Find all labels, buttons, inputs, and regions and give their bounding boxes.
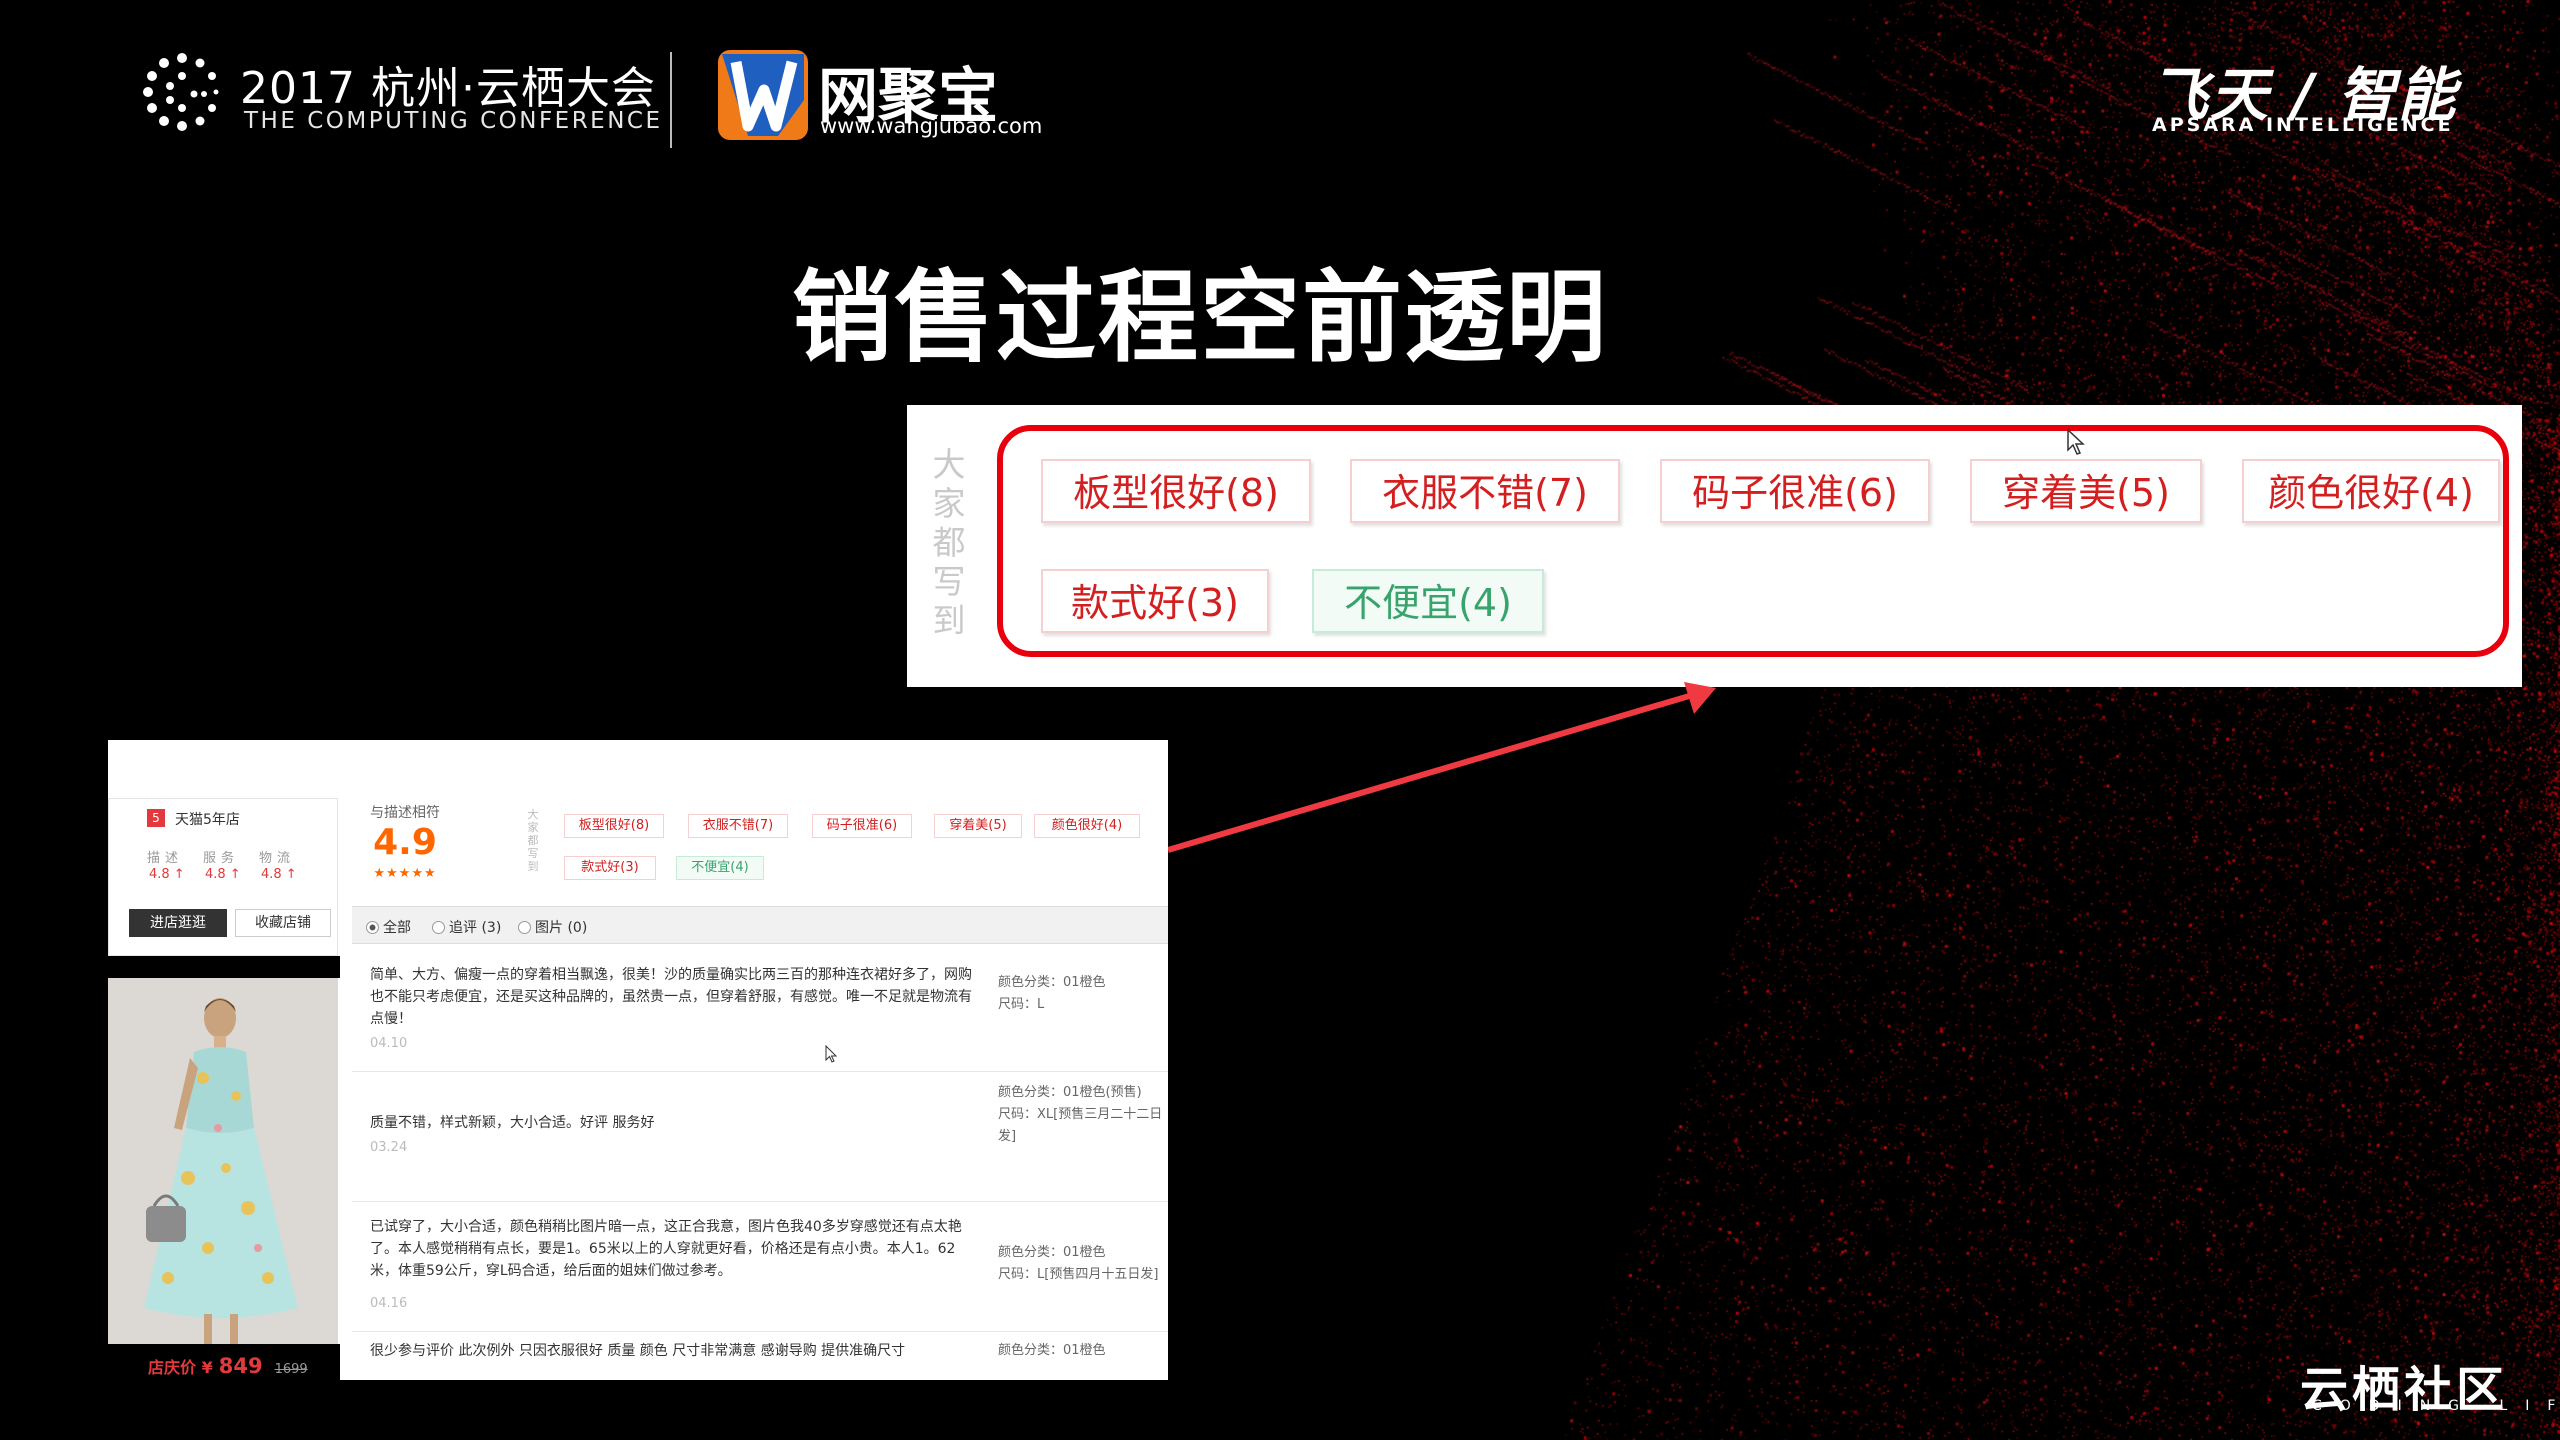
filter-all-label: 全部 xyxy=(383,920,411,936)
radio-icon xyxy=(366,921,379,934)
review-color: 颜色分类：01橙色 xyxy=(998,1245,1106,1260)
review-item: 已试穿了，大小合适，颜色稍稍比图片暗一点，这正合我意，图片色我40多岁穿感觉还有… xyxy=(352,1202,1168,1332)
rating-score: 4.9 xyxy=(373,822,437,863)
tag-panel-label: 大家都写到 xyxy=(932,445,966,640)
conference-title: 2017 杭州·云栖大会 xyxy=(240,63,656,114)
mouse-cursor-icon xyxy=(825,1045,838,1063)
review-meta: 颜色分类：01橙色 xyxy=(998,1340,1168,1362)
conference-subtitle: THE COMPUTING CONFERENCE xyxy=(244,108,663,134)
review-size: 尺码：L[预售四月十五日发] xyxy=(998,1267,1159,1282)
review-tag[interactable]: 衣服不错(7) xyxy=(688,814,788,838)
review-text: 很少参与评价 此次例外 只因衣服很好 质量 颜色 尺寸非常满意 感谢导购 提供准… xyxy=(370,1343,906,1359)
review-date: 04.16 xyxy=(370,1296,408,1311)
rating-stars-icon: ★★★★★ xyxy=(373,866,437,881)
zoom-tag[interactable]: 板型很好(8) xyxy=(1041,459,1311,523)
original-price: 1699 xyxy=(274,1362,308,1377)
zoom-tag-negative[interactable]: 不便宜(4) xyxy=(1312,569,1544,633)
filter-followup[interactable]: 追评 (3) xyxy=(432,917,501,937)
dsr-score: 4.8 ↑ xyxy=(205,867,241,882)
wangjubao-logo-icon xyxy=(718,50,808,140)
shop-screenshot: 5 天猫5年店 描述 服务 物流 4.8 ↑ 4.8 ↑ 4.8 ↑ 进店逛逛 … xyxy=(108,740,1168,1380)
apsara-brand-en: APSARA INTELLIGENCE xyxy=(2152,114,2454,136)
zoom-tag[interactable]: 衣服不错(7) xyxy=(1350,459,1620,523)
dsr-label: 服务 xyxy=(203,851,240,866)
review-color: 颜色分类：01橙色 xyxy=(998,1343,1106,1358)
review-color: 颜色分类：01橙色 xyxy=(998,975,1106,990)
review-tag[interactable]: 款式好(3) xyxy=(564,856,656,880)
filter-followup-label: 追评 (3) xyxy=(449,920,502,936)
mouse-cursor-icon xyxy=(2067,428,2085,455)
review-date: 03.24 xyxy=(370,1140,408,1155)
review-date: 04.10 xyxy=(370,1036,408,1051)
slide-title: 销售过程空前透明 xyxy=(792,259,1608,376)
review-item: 简单、大方、偏瘦一点的穿着相当飘逸，很美！沙的质量确实比两三百的那种连衣裙好多了… xyxy=(352,954,1168,1072)
review-tag-negative[interactable]: 不便宜(4) xyxy=(676,856,764,880)
radio-icon xyxy=(432,921,445,934)
zoom-arrow xyxy=(1167,682,1716,853)
review-text: 质量不错，样式新颖，大小合适。好评 服务好 xyxy=(370,1115,655,1131)
price-row: 店庆价 ¥ 849 1699 xyxy=(148,1354,308,1378)
wangjubao-url: www.wangjubao.com xyxy=(820,114,1043,138)
filter-images[interactable]: 图片 (0) xyxy=(518,917,587,937)
filter-images-label: 图片 (0) xyxy=(535,920,588,936)
review-item: 质量不错，样式新颖，大小合适。好评 服务好 03.24 颜色分类：01橙色(预售… xyxy=(352,1072,1168,1202)
dsr-score: 4.8 ↑ xyxy=(261,867,297,882)
zoomed-tag-panel: 大家都写到 板型很好(8) 衣服不错(7) 码子很准(6) 穿着美(5) 颜色很… xyxy=(907,405,2522,687)
header-divider xyxy=(670,52,672,148)
zoom-tag[interactable]: 款式好(3) xyxy=(1041,569,1269,633)
review-size: 尺码：L xyxy=(998,997,1045,1012)
enter-shop-button[interactable]: 进店逛逛 xyxy=(129,909,227,937)
shop-info-panel: 5 天猫5年店 描述 服务 物流 4.8 ↑ 4.8 ↑ 4.8 ↑ 进店逛逛 … xyxy=(108,798,338,956)
zoom-tag[interactable]: 颜色很好(4) xyxy=(2242,459,2500,523)
review-text: 已试穿了，大小合适，颜色稍稍比图片暗一点，这正合我意，图片色我40多岁穿感觉还有… xyxy=(370,1219,962,1279)
review-tag[interactable]: 板型很好(8) xyxy=(564,814,664,838)
filter-all[interactable]: 全部 xyxy=(366,917,411,937)
rating-box: 与描述相符 4.9 ★★★★★ xyxy=(350,798,460,894)
review-meta: 颜色分类：01橙色尺码：L[预售四月十五日发] xyxy=(998,1242,1168,1286)
review-item: 很少参与评价 此次例外 只因衣服很好 质量 颜色 尺寸非常满意 感谢导购 提供准… xyxy=(352,1332,1168,1380)
review-color: 颜色分类：01橙色(预售) xyxy=(998,1085,1142,1100)
tmall-badge: 5 xyxy=(147,809,165,827)
zoom-tag[interactable]: 穿着美(5) xyxy=(1970,459,2202,523)
price-label: 店庆价 ¥ xyxy=(148,1358,213,1377)
review-tag[interactable]: 穿着美(5) xyxy=(934,814,1022,838)
conference-logo-icon xyxy=(143,53,219,131)
review-filter-bar: 全部 追评 (3) 图片 (0) ✔ xyxy=(352,906,1168,944)
dress-model-image xyxy=(108,978,338,1344)
radio-icon xyxy=(518,921,531,934)
review-tag[interactable]: 颜色很好(4) xyxy=(1034,814,1140,838)
small-tag-label: 大家都写到 xyxy=(527,808,539,873)
dsr-label: 描述 xyxy=(147,851,184,866)
review-size: 尺码：XL[预售三月二十二日发] xyxy=(998,1107,1163,1144)
review-meta: 颜色分类：01橙色(预售) 尺码：XL[预售三月二十二日发] xyxy=(998,1082,1168,1148)
product-photo[interactable] xyxy=(108,978,340,1344)
favorite-shop-button[interactable]: 收藏店铺 xyxy=(235,909,331,937)
rating-caption: 与描述相符 xyxy=(370,805,440,821)
shop-years-label: 天猫5年店 xyxy=(175,812,240,828)
dsr-label: 物流 xyxy=(259,851,296,866)
dsr-score: 4.8 ↑ xyxy=(149,867,185,882)
zoom-tag[interactable]: 码子很准(6) xyxy=(1660,459,1930,523)
yunqi-community-slogan: CODING LIFE xyxy=(2312,1398,2560,1414)
price-value: 849 xyxy=(218,1354,263,1378)
review-text: 简单、大方、偏瘦一点的穿着相当飘逸，很美！沙的质量确实比两三百的那种连衣裙好多了… xyxy=(370,967,972,1027)
review-tag[interactable]: 码子很准(6) xyxy=(812,814,912,838)
review-meta: 颜色分类：01橙色 尺码：L xyxy=(998,972,1168,1016)
